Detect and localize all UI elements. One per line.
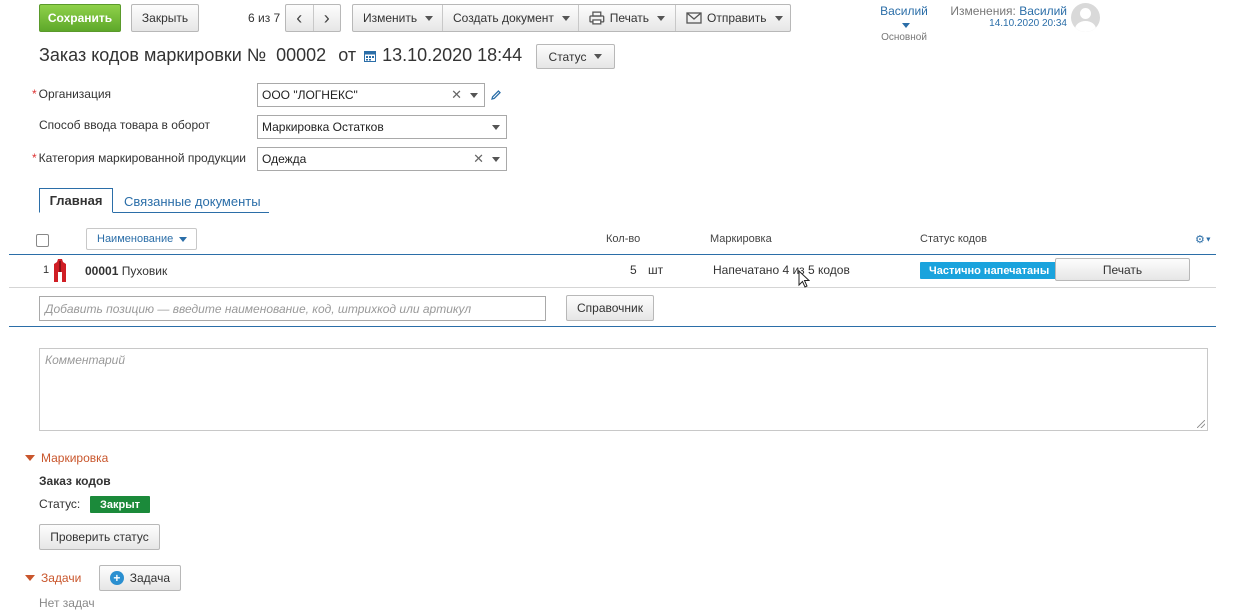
title-text: Заказ кодов маркировки № — [39, 45, 267, 65]
envelope-icon — [686, 12, 702, 24]
section-divider — [9, 326, 1216, 327]
input-method-value: Маркировка Остатков — [262, 120, 384, 134]
marking-status-badge: Закрыт — [90, 496, 151, 513]
resize-handle-icon[interactable] — [1197, 420, 1205, 428]
input-method-select[interactable]: Маркировка Остатков — [257, 115, 507, 139]
organization-field[interactable]: ООО "ЛОГНЕКС" ✕ — [257, 83, 485, 107]
status-column-header: Статус кодов — [920, 233, 988, 245]
jacket-thumbnail-icon — [54, 259, 66, 282]
tasks-section-toggle[interactable]: Задачи — [25, 571, 81, 585]
input-method-label: Способ ввода товара в оборот — [39, 118, 211, 132]
close-button[interactable]: Закрыть — [131, 4, 199, 32]
calendar-icon[interactable] — [364, 50, 377, 62]
create-document-label: Создать документ — [453, 11, 554, 25]
catalog-button[interactable]: Справочник — [566, 295, 654, 321]
clear-icon[interactable]: ✕ — [451, 87, 462, 103]
table-settings-gear-icon[interactable]: ⚙▼ — [1195, 233, 1212, 246]
category-select[interactable]: Одежда ✕ — [257, 147, 507, 171]
document-number[interactable]: 00002 — [276, 45, 326, 66]
action-toolbar: Изменить Создать документ Печать Отправи… — [352, 4, 791, 32]
chevron-down-icon[interactable] — [492, 157, 500, 162]
codes-order-subtitle: Заказ кодов — [39, 474, 111, 488]
add-task-label: Задача — [129, 571, 170, 585]
chevron-down-icon — [774, 15, 783, 21]
tab-related-documents[interactable]: Связанные документы — [124, 194, 261, 209]
category-value: Одежда — [262, 152, 307, 166]
product-name: Пуховик — [121, 264, 168, 278]
name-column-sort-button[interactable]: Наименование — [86, 228, 197, 250]
save-button[interactable]: Сохранить — [39, 4, 121, 32]
send-menu-button[interactable]: Отправить — [676, 5, 793, 31]
chevron-down-icon — [902, 23, 910, 29]
chevron-down-icon — [179, 236, 188, 242]
check-status-button[interactable]: Проверить статус — [39, 524, 160, 550]
chevron-down-icon — [561, 15, 570, 21]
chevron-down-icon — [657, 15, 665, 21]
edit-menu-button[interactable]: Изменить — [353, 5, 443, 31]
organization-label: * Организация — [32, 87, 112, 101]
marking-column-header: Маркировка — [710, 233, 772, 245]
tab-main[interactable]: Главная — [39, 188, 113, 213]
row-qty: 5 — [630, 263, 637, 277]
mouse-cursor-icon — [798, 270, 810, 288]
pager-nav: ‹ › — [285, 4, 341, 32]
row-product[interactable]: 00001 Пуховик — [85, 264, 167, 278]
comment-placeholder: Комментарий — [45, 353, 126, 367]
pager-counter: 6 из 7 — [248, 11, 281, 25]
chevron-down-icon — [425, 15, 434, 21]
chevron-down-icon — [594, 54, 603, 59]
required-marker: * — [32, 87, 37, 101]
plus-circle-icon: + — [110, 571, 124, 585]
tasks-section-title: Задачи — [41, 571, 82, 585]
organization-value: ООО "ЛОГНЕКС" — [262, 88, 358, 102]
required-marker: * — [32, 151, 37, 165]
category-label: * Категория маркированной продукции — [32, 151, 246, 165]
chevron-down-icon[interactable] — [470, 93, 478, 98]
add-task-button[interactable]: + Задача — [99, 565, 181, 591]
chevron-down-icon[interactable] — [492, 125, 500, 130]
changes-label: Изменения: — [950, 4, 1016, 18]
table-header-divider — [9, 254, 1216, 255]
page-title: Заказ кодов маркировки № 00002 от 13.10.… — [39, 45, 522, 66]
row-marking-status: Напечатано 4 из 5 кодов — [713, 263, 850, 277]
changes-info: Изменения: Василий 14.10.2020 20:34 — [949, 4, 1067, 29]
next-arrow-icon[interactable]: › — [314, 5, 341, 31]
status-button-label: Статус — [548, 49, 587, 64]
marking-section-title: Маркировка — [41, 451, 109, 465]
avatar[interactable] — [1071, 3, 1100, 32]
marking-status-label: Статус: — [39, 497, 81, 511]
clear-icon[interactable]: ✕ — [473, 151, 484, 167]
add-position-input[interactable]: Добавить позицию — введите наименование,… — [39, 296, 546, 321]
row-unit: шт — [648, 263, 664, 277]
printer-icon — [589, 11, 605, 25]
user-menu[interactable]: Василий Основной — [873, 4, 935, 43]
marking-section-toggle[interactable]: Маркировка — [25, 451, 108, 465]
user-role: Основной — [881, 32, 927, 43]
date-prefix: от — [338, 45, 357, 65]
create-document-menu-button[interactable]: Создать документ — [443, 5, 579, 31]
pencil-icon[interactable] — [490, 89, 502, 101]
changes-time: 14.10.2020 20:34 — [989, 18, 1067, 29]
no-tasks-text: Нет задач — [39, 596, 95, 610]
row-divider — [9, 287, 1216, 288]
print-menu-label: Печать — [609, 11, 649, 25]
comment-textarea[interactable]: Комментарий — [39, 348, 1208, 431]
send-menu-label: Отправить — [707, 11, 767, 25]
select-all-checkbox[interactable] — [36, 234, 49, 247]
row-print-button[interactable]: Печать — [1055, 258, 1190, 281]
codes-status-badge: Частично напечатаны — [920, 262, 1059, 279]
changes-user-link[interactable]: Василий — [1019, 4, 1067, 18]
name-column-header: Наименование — [97, 233, 174, 245]
collapse-triangle-icon — [25, 575, 35, 581]
status-dropdown-button[interactable]: Статус — [536, 44, 615, 69]
print-menu-button[interactable]: Печать — [579, 5, 676, 31]
row-index: 1 — [43, 264, 50, 276]
document-date[interactable]: 13.10.2020 18:44 — [382, 45, 522, 66]
collapse-triangle-icon — [25, 455, 35, 461]
qty-column-header: Кол-во — [606, 233, 641, 245]
user-name: Василий — [873, 4, 935, 32]
prev-arrow-icon[interactable]: ‹ — [286, 5, 314, 31]
edit-menu-label: Изменить — [363, 11, 418, 25]
product-code: 00001 — [85, 264, 119, 278]
